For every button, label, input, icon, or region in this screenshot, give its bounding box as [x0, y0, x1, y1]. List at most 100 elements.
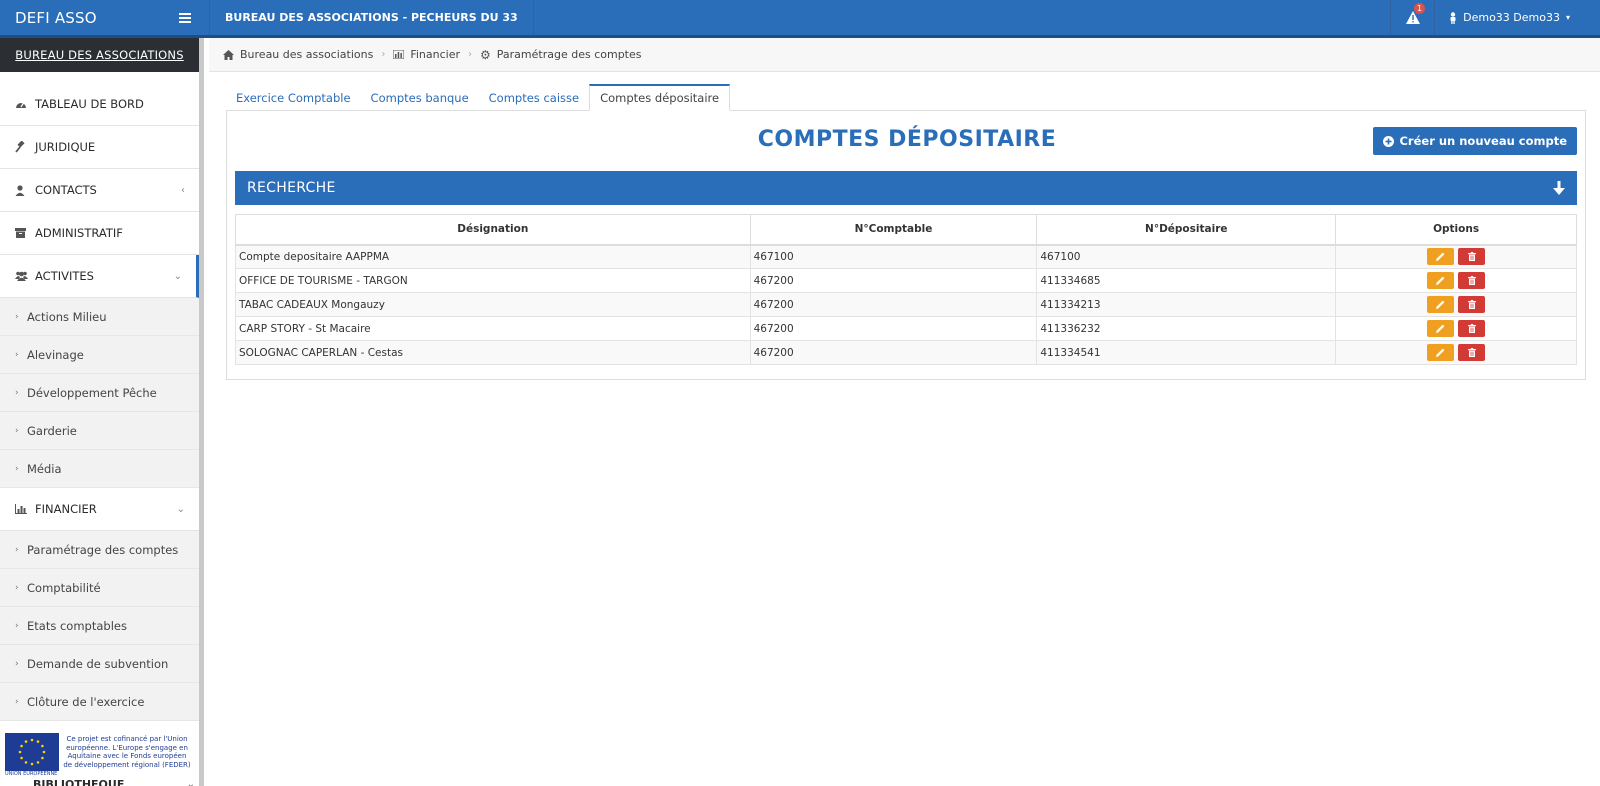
- caret-down-icon: ▾: [1565, 13, 1570, 22]
- breadcrumb-item-home[interactable]: Bureau des associations: [223, 48, 373, 61]
- accounts-table: Désignation N°Comptable N°Dépositaire Op…: [235, 214, 1577, 365]
- hamburger-menu-icon[interactable]: [179, 12, 191, 23]
- sidebar-item-bibliotheque[interactable]: BIBLIOTHEQUE ⌄: [15, 778, 195, 786]
- pencil-icon: [1436, 252, 1445, 262]
- table-row: CARP STORY - St Macaire 467200 411336232: [235, 316, 1577, 341]
- user-menu[interactable]: Demo33 Demo33 ▾: [1434, 0, 1600, 35]
- sidebar-item-activites[interactable]: ACTIVITES ⌄: [0, 255, 199, 298]
- column-header-designation[interactable]: Désignation: [235, 214, 751, 246]
- gavel-icon: [15, 141, 35, 153]
- sidebar-subitem-label: Comptabilité: [27, 580, 101, 595]
- sidebar-item-financier[interactable]: FINANCIER ⌄: [0, 488, 199, 531]
- top-navbar: DEFI ASSO BUREAU DES ASSOCIATIONS - PECH…: [0, 0, 1600, 38]
- tab-comptes-banque[interactable]: Comptes banque: [361, 84, 479, 111]
- search-label: RECHERCHE: [247, 180, 336, 196]
- sidebar-subitem-alevinage[interactable]: › Alevinage: [0, 336, 199, 374]
- trash-icon: [1467, 348, 1476, 357]
- sidebar-subitem-label: Paramétrage des comptes: [27, 542, 179, 557]
- sidebar: BUREAU DES ASSOCIATIONS TABLEAU DE BORD …: [0, 38, 204, 786]
- chevron-right-icon: ›: [15, 463, 19, 474]
- cell-n-depositaire: 467100: [1036, 244, 1337, 269]
- sidebar-item-tableau-de-bord[interactable]: TABLEAU DE BORD: [0, 83, 199, 126]
- sidebar-subitem-label: Clôture de l'exercice: [27, 694, 145, 709]
- sidebar-subitem-media[interactable]: › Média: [0, 450, 199, 488]
- alerts-button[interactable]: 1: [1390, 0, 1434, 35]
- edit-button[interactable]: [1427, 272, 1455, 289]
- sidebar-subitem-label: Etats comptables: [27, 618, 127, 633]
- cell-n-depositaire: 411334541: [1036, 340, 1337, 365]
- delete-button[interactable]: [1458, 320, 1486, 337]
- edit-button[interactable]: [1427, 344, 1455, 361]
- sidebar-header: BUREAU DES ASSOCIATIONS: [0, 38, 199, 72]
- cell-n-comptable: 467100: [749, 244, 1038, 269]
- user-icon: [1450, 11, 1456, 24]
- cell-n-depositaire: 411334213: [1036, 292, 1337, 317]
- sidebar-subitem-label: Actions Milieu: [27, 309, 107, 324]
- cell-options: [1335, 292, 1577, 317]
- tab-exercice-comptable[interactable]: Exercice Comptable: [226, 84, 361, 111]
- sidebar-subitem-cloture-exercice[interactable]: › Clôture de l'exercice: [0, 683, 199, 721]
- cell-designation: OFFICE DE TOURISME - TARGON: [235, 268, 751, 293]
- column-header-n-depositaire[interactable]: N°Dépositaire: [1036, 214, 1337, 246]
- sidebar-subitem-etats-comptables[interactable]: › Etats comptables: [0, 607, 199, 645]
- column-header-n-comptable[interactable]: N°Comptable: [749, 214, 1038, 246]
- delete-button[interactable]: [1458, 296, 1486, 313]
- sidebar-item-label: ACTIVITES: [35, 269, 94, 283]
- cell-n-comptable: 467200: [749, 268, 1038, 293]
- pencil-icon: [1436, 324, 1445, 333]
- cell-options: [1335, 268, 1577, 293]
- breadcrumb-label: Paramétrage des comptes: [496, 48, 642, 61]
- tab-comptes-depositaire[interactable]: Comptes dépositaire: [589, 84, 731, 111]
- breadcrumb-item-financier[interactable]: Financier: [393, 48, 460, 61]
- table-row: SOLOGNAC CAPERLAN - Cestas 467200 41133454…: [235, 340, 1577, 365]
- eu-funding-text: Ce projet est cofinancé par l'Union euro…: [63, 735, 191, 769]
- sidebar-item-label: TABLEAU DE BORD: [35, 97, 144, 111]
- breadcrumb-item-parametrage: ⚙ Paramétrage des comptes: [480, 48, 641, 62]
- chevron-right-icon: ›: [15, 349, 19, 360]
- sidebar-item-juridique[interactable]: JURIDIQUE: [0, 126, 199, 169]
- trash-icon: [1467, 324, 1476, 333]
- sidebar-item-contacts[interactable]: CONTACTS ‹: [0, 169, 199, 212]
- cell-n-comptable: 467200: [749, 292, 1038, 317]
- sidebar-item-administratif[interactable]: ADMINISTRATIF: [0, 212, 199, 255]
- eu-flag-logo: UNION EUROPEENNE: [5, 733, 59, 777]
- edit-button[interactable]: [1427, 248, 1455, 266]
- sidebar-subitem-actions-milieu[interactable]: › Actions Milieu: [0, 298, 199, 336]
- sidebar-subitem-garderie[interactable]: › Garderie: [0, 412, 199, 450]
- delete-button[interactable]: [1458, 272, 1486, 289]
- brand-name[interactable]: DEFI ASSO: [15, 9, 97, 27]
- cell-n-depositaire: 411334685: [1036, 268, 1337, 293]
- trash-icon: [1467, 252, 1476, 262]
- sidebar-header-link[interactable]: BUREAU DES ASSOCIATIONS: [15, 48, 183, 62]
- delete-button[interactable]: [1458, 248, 1486, 266]
- sidebar-item-label: JURIDIQUE: [35, 140, 96, 154]
- brand: DEFI ASSO: [0, 0, 210, 35]
- sidebar-subitem-parametrage-des-comptes[interactable]: › Paramétrage des comptes: [0, 531, 199, 569]
- cell-options: [1335, 316, 1577, 341]
- trash-icon: [1467, 276, 1476, 285]
- chevron-down-icon: ⌄: [186, 779, 195, 786]
- sidebar-item-label: CONTACTS: [35, 183, 97, 197]
- create-account-label: Créer un nouveau compte: [1399, 134, 1567, 148]
- cell-n-comptable: 467200: [749, 340, 1038, 365]
- edit-button[interactable]: [1427, 320, 1455, 337]
- users-icon: [15, 271, 35, 281]
- create-account-button[interactable]: Créer un nouveau compte: [1373, 127, 1577, 155]
- pencil-icon: [1436, 348, 1445, 357]
- delete-button[interactable]: [1458, 344, 1486, 361]
- sidebar-subitem-comptabilite[interactable]: › Comptabilité: [0, 569, 199, 607]
- user-name: Demo33 Demo33: [1463, 11, 1560, 24]
- search-panel-toggle[interactable]: RECHERCHE: [235, 171, 1577, 205]
- cell-options: [1335, 340, 1577, 365]
- sidebar-subitem-demande-de-subvention[interactable]: › Demande de subvention: [0, 645, 199, 683]
- cell-designation: TABAC CADEAUX Mongauzy: [235, 292, 751, 317]
- edit-button[interactable]: [1427, 296, 1455, 313]
- chevron-down-icon: ⌄: [173, 270, 182, 282]
- chevron-right-icon: ›: [15, 582, 19, 593]
- cell-n-comptable: 467200: [749, 316, 1038, 341]
- cell-options: [1335, 244, 1577, 269]
- sidebar-subitem-developpement-peche[interactable]: › Développement Pêche: [0, 374, 199, 412]
- tab-comptes-caisse[interactable]: Comptes caisse: [479, 84, 589, 111]
